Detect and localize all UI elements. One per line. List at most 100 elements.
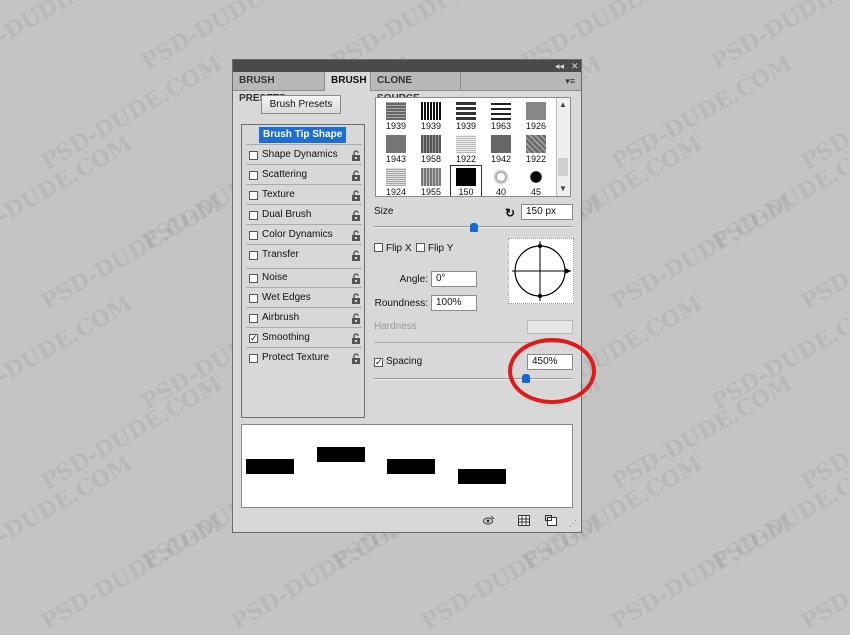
option-separator <box>246 184 362 185</box>
brush-tip-150[interactable]: 150 <box>450 165 482 196</box>
angle-field[interactable]: 0° <box>431 271 477 287</box>
brush-tip-size: 1939 <box>385 121 407 131</box>
lock-icon[interactable] <box>351 190 361 201</box>
new-brush-icon[interactable] <box>545 515 557 526</box>
size-slider-thumb[interactable] <box>469 223 478 232</box>
watermark-text: PSD-DUDE.COM <box>37 370 227 496</box>
option-color-dynamics[interactable]: Color Dynamics <box>242 227 364 245</box>
brush-tip-1939[interactable]: 1939 <box>380 99 412 132</box>
lock-icon[interactable] <box>351 170 361 181</box>
option-label: Smoothing <box>262 332 310 343</box>
option-transfer[interactable]: Transfer <box>242 247 364 265</box>
brush-tip-size: 1922 <box>525 154 547 164</box>
grid-view-icon[interactable] <box>518 515 530 526</box>
option-checkbox[interactable] <box>249 274 258 283</box>
option-checkbox[interactable] <box>249 354 258 363</box>
option-wet-edges[interactable]: Wet Edges <box>242 290 364 308</box>
angle-roundness-dial[interactable] <box>508 238 574 304</box>
watermark-text: PSD-DUDE.COM <box>707 290 850 416</box>
option-checkbox[interactable] <box>249 251 258 260</box>
brush-presets-button[interactable]: Brush Presets <box>261 95 341 114</box>
option-checkbox[interactable]: ✓ <box>249 334 258 343</box>
panel-menu-icon[interactable]: ▾≡ <box>565 72 575 90</box>
toggle-live-tip-icon[interactable] <box>483 515 495 526</box>
tab-brush[interactable]: BRUSH <box>325 72 371 91</box>
brush-tip-1926[interactable]: 1926 <box>520 99 552 132</box>
option-checkbox[interactable] <box>249 171 258 180</box>
brush-tip-40[interactable]: 40 <box>485 165 517 196</box>
watermark-text: PSD-DUDE.COM <box>607 50 797 176</box>
option-checkbox[interactable] <box>249 211 258 220</box>
option-scattering[interactable]: Scattering <box>242 167 364 185</box>
option-texture[interactable]: Texture <box>242 187 364 205</box>
brush-tip-1939[interactable]: 1939 <box>415 99 447 132</box>
option-protect-texture[interactable]: Protect Texture <box>242 350 364 368</box>
brush-tip-1943[interactable]: 1943 <box>380 132 412 165</box>
size-label: Size <box>374 206 394 217</box>
brush-tip-1963[interactable]: 1963 <box>485 99 517 132</box>
lock-icon[interactable] <box>351 250 361 261</box>
brush-tip-swatch <box>491 168 511 186</box>
reset-size-icon[interactable]: ↻ <box>505 206 515 220</box>
brush-tip-size: 1955 <box>420 187 442 197</box>
flip-x-checkbox[interactable]: Flip X <box>374 243 412 254</box>
option-airbrush[interactable]: Airbrush <box>242 310 364 328</box>
option-checkbox[interactable] <box>249 314 258 323</box>
option-smoothing[interactable]: ✓ Smoothing <box>242 330 364 348</box>
watermark-text: PSD-DUDE.COM <box>37 190 227 316</box>
lock-icon[interactable] <box>351 210 361 221</box>
brush-tip-size: 1958 <box>420 154 442 164</box>
option-checkbox[interactable] <box>249 294 258 303</box>
option-noise[interactable]: Noise <box>242 270 364 288</box>
panel-tabs: BRUSH PRESETS BRUSH CLONE SOURCE ▾≡ <box>233 72 581 104</box>
spacing-checkbox[interactable]: ✓ Spacing <box>374 356 422 367</box>
option-shape-dynamics[interactable]: Shape Dynamics <box>242 147 364 165</box>
scroll-down-icon[interactable]: ▼ <box>559 184 567 193</box>
resize-grip-icon[interactable]: ⋰ <box>569 519 577 528</box>
scroll-thumb[interactable] <box>558 158 568 176</box>
flip-y-checkbox[interactable]: Flip Y <box>416 243 453 254</box>
brush-tip-swatch <box>421 168 441 186</box>
tab-brush-presets[interactable]: BRUSH PRESETS <box>233 72 325 104</box>
close-icon[interactable]: ✕ <box>571 60 579 72</box>
collapse-icon[interactable]: ◂◂ <box>555 60 564 72</box>
brush-tip-1924[interactable]: 1924 <box>380 165 412 196</box>
brush-tip-1922[interactable]: 1922 <box>520 132 552 165</box>
option-dual-brush[interactable]: Dual Brush <box>242 207 364 225</box>
lock-icon[interactable] <box>351 150 361 161</box>
lock-icon[interactable] <box>351 353 361 364</box>
brush-tip-1922[interactable]: 1922 <box>450 132 482 165</box>
brush-tip-1942[interactable]: 1942 <box>485 132 517 165</box>
watermark-text: PSD-DUDE.COM <box>607 510 797 635</box>
option-label: Color Dynamics <box>262 229 333 240</box>
brush-tip-45[interactable]: 45 <box>520 165 552 196</box>
brush-tip-size: 1942 <box>490 154 512 164</box>
lock-icon[interactable] <box>351 273 361 284</box>
option-separator <box>246 268 362 269</box>
watermark-text: PSD-DUDE.COM <box>797 50 850 176</box>
brush-tip-1939[interactable]: 1939 <box>450 99 482 132</box>
lock-icon[interactable] <box>351 313 361 324</box>
watermark-text: PSD-DUDE.COM <box>797 370 850 496</box>
brush-tip-swatch <box>386 168 406 186</box>
option-separator <box>246 327 362 328</box>
option-checkbox[interactable] <box>249 151 258 160</box>
tab-clone-source[interactable]: CLONE SOURCE <box>371 72 461 104</box>
brush-tip-swatch <box>491 135 511 153</box>
option-checkbox[interactable] <box>249 231 258 240</box>
preview-dab <box>246 459 294 474</box>
option-checkbox[interactable] <box>249 191 258 200</box>
watermark-text: PSD-DUDE.COM <box>707 0 850 76</box>
roundness-field[interactable]: 100% <box>431 295 477 311</box>
option-label: Brush Tip Shape <box>259 127 347 143</box>
lock-icon[interactable] <box>351 230 361 241</box>
lock-icon[interactable] <box>351 293 361 304</box>
brush-tip-swatch <box>491 102 511 120</box>
brush-tip-1955[interactable]: 1955 <box>415 165 447 197</box>
option-brush-tip-shape[interactable]: Brush Tip Shape <box>242 127 364 145</box>
scroll-up-icon[interactable]: ▲ <box>559 100 567 109</box>
grid-scrollbar[interactable]: ▲ ▼ <box>556 98 570 196</box>
size-field[interactable]: 150 px <box>521 204 573 220</box>
brush-tip-1958[interactable]: 1958 <box>415 132 447 165</box>
lock-icon[interactable] <box>351 333 361 344</box>
